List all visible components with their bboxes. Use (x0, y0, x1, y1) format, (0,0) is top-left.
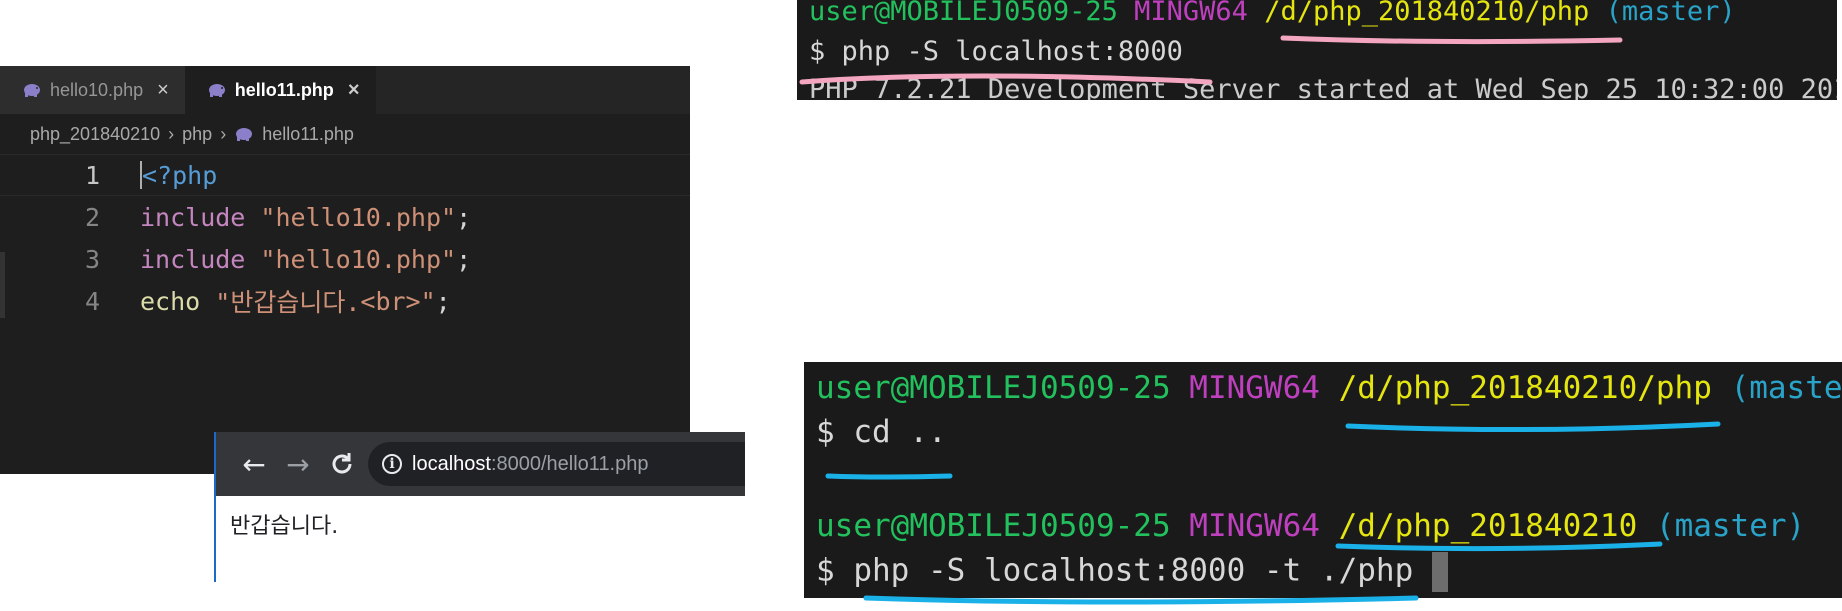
php-elephant-icon (208, 84, 225, 97)
line-number: 3 (84, 244, 100, 274)
php-elephant-icon (236, 128, 253, 141)
output-line: PHP 7.2.21 Development Server started at… (809, 74, 1837, 100)
prompt-branch: (master) (1605, 0, 1736, 27)
code-line: 3 include "hello10.php" ; (0, 238, 690, 280)
prompt-host: MINGW64 (1189, 508, 1320, 544)
prompt-line: user@MOBILEJ0509-25 MINGW64 /d/php_20184… (809, 0, 1736, 27)
address-bar[interactable]: i localhost:8000/hello11.php (368, 442, 745, 486)
string-token: "반갑습니다. (215, 288, 361, 317)
terminal-top[interactable]: user@MOBILEJ0509-25 MINGW64 /d/php_20184… (797, 0, 1837, 100)
reload-glyph (332, 453, 352, 474)
command-line: $ cd .. (816, 414, 947, 450)
breadcrumb-item[interactable]: php_201840210 (30, 124, 160, 145)
prompt-user: user@MOBILEJ0509-25 (809, 0, 1118, 27)
tab-hello10[interactable]: hello10.php × (0, 66, 185, 114)
php-open-tag: <?php (142, 160, 218, 190)
echo-token: echo (140, 286, 201, 316)
string-token: " (420, 286, 436, 316)
tab-label: hello10.php (50, 79, 144, 100)
semicolon-token: ; (456, 244, 472, 274)
prompt-host: MINGW64 (1134, 0, 1248, 27)
reload-icon[interactable] (324, 446, 360, 482)
browser-toolbar: ← → i localhost:8000/hello11.php (216, 432, 745, 496)
string-token: "hello10.php" (260, 244, 457, 274)
line-number: 2 (84, 202, 100, 232)
prompt-user: user@MOBILEJ0509-25 (816, 508, 1171, 544)
command-line: $ php -S localhost:8000 (809, 36, 1183, 67)
prompt-branch: (master) (1730, 370, 1842, 406)
line-number: 1 (84, 160, 100, 190)
prompt-host: MINGW64 (1189, 370, 1320, 406)
prompt-line: user@MOBILEJ0509-25 MINGW64 /d/php_20184… (816, 508, 1805, 544)
code-area[interactable]: 1 <?php 2 include "hello10.php" ; 3 incl… (0, 154, 690, 322)
string-token: "hello10.php" (260, 202, 457, 232)
forward-arrow-icon[interactable]: → (280, 446, 316, 482)
prompt-path: /d/php_201840210 (1338, 508, 1638, 544)
close-icon[interactable]: × (348, 79, 360, 102)
browser-window: ← → i localhost:8000/hello11.php 반갑습니다. (214, 432, 745, 582)
php-elephant-icon (24, 84, 40, 97)
keyword-token: include (140, 244, 246, 274)
semicolon-token: ; (435, 286, 451, 316)
back-arrow-icon[interactable]: ← (236, 446, 272, 482)
url-host: localhost (412, 452, 491, 475)
code-line: 4 echo "반갑습니다. <br> " ; (0, 280, 690, 322)
tab-hello11[interactable]: hello11.php × (184, 66, 376, 114)
keyword-token: include (140, 202, 246, 232)
html-br-token: <br> (360, 286, 421, 316)
terminal-bottom[interactable]: user@MOBILEJ0509-25 MINGW64 /d/php_20184… (804, 362, 1842, 598)
code-line: 1 <?php (0, 154, 690, 196)
info-icon[interactable]: i (382, 454, 402, 474)
chevron-right-icon: › (168, 123, 175, 144)
line-number: 4 (84, 286, 100, 316)
url-path: :8000/hello11.php (490, 452, 649, 475)
terminal-cursor (1431, 552, 1448, 592)
prompt-path: /d/php_201840210/php (1338, 370, 1712, 406)
code-line: 2 include "hello10.php" ; (0, 196, 690, 238)
prompt-path: /d/php_201840210/php (1264, 0, 1590, 27)
breadcrumb-item[interactable]: hello11.php (262, 124, 354, 145)
command-line: $ php -S localhost:8000 -t ./php (816, 552, 1448, 592)
chevron-right-icon: › (220, 123, 227, 144)
prompt-branch: (master) (1655, 508, 1806, 544)
semicolon-token: ; (456, 202, 472, 232)
tab-label: hello11.php (234, 79, 334, 100)
editor-tab-bar: hello10.php × hello11.php × (0, 66, 690, 114)
gutter-marker (0, 252, 5, 318)
blue-underline (863, 595, 1419, 605)
close-icon[interactable]: × (157, 79, 169, 102)
command-text: $ php -S localhost:8000 -t ./php (816, 552, 1414, 589)
prompt-line: user@MOBILEJ0509-25 MINGW64 /d/php_20184… (816, 370, 1842, 406)
breadcrumb-item[interactable]: php (182, 124, 212, 145)
page-content: 반갑습니다. (230, 514, 339, 539)
code-editor: hello10.php × hello11.php × php_20184021… (0, 66, 690, 474)
breadcrumb: php_201840210 › php › hello11.php (0, 114, 690, 154)
prompt-user: user@MOBILEJ0509-25 (816, 370, 1171, 406)
